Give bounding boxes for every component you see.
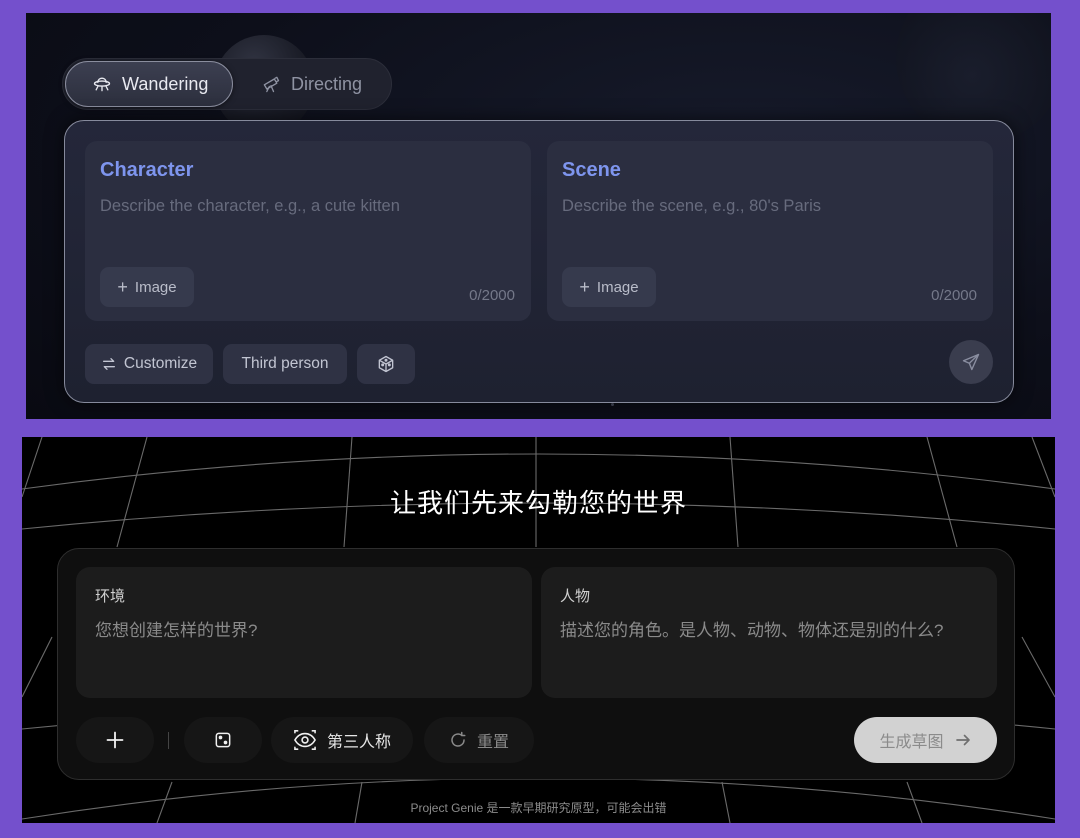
world-composer: 环境 您想创建怎样的世界? 人物 描述您的角色。是人物、动物、物体还是别的什么?: [57, 548, 1015, 780]
image-button-label: Image: [596, 278, 639, 296]
send-button[interactable]: [949, 340, 993, 384]
environment-placeholder[interactable]: 您想创建怎样的世界?: [95, 617, 505, 645]
add-button[interactable]: [76, 717, 154, 763]
star: [611, 403, 614, 406]
refresh-icon: [451, 731, 466, 747]
scene-char-counter: 0/2000: [931, 287, 977, 304]
top-screenshot-panel: Wandering Directing Character Describe t…: [26, 13, 1051, 419]
scene-placeholder[interactable]: Describe the scene, e.g., 80's Paris: [562, 197, 821, 216]
cube-dice-icon: [378, 355, 394, 373]
character-field[interactable]: Character Describe the character, e.g., …: [85, 141, 531, 321]
reset-label: 重置: [476, 734, 509, 751]
scene-field[interactable]: Scene Describe the scene, e.g., 80's Par…: [547, 141, 993, 321]
third-person-button[interactable]: Third person: [223, 344, 347, 384]
generate-label: 生成草图: [879, 734, 944, 751]
character-title: Character: [100, 159, 194, 181]
character-placeholder-cn[interactable]: 描述您的角色。是人物、动物、物体还是别的什么?: [560, 617, 970, 645]
customize-label: Customize: [123, 355, 198, 372]
dice-icon: [215, 732, 231, 748]
bottom-screenshot-panel: 让我们先来勾勒您的世界 环境 您想创建怎样的世界? 人物 描述您的角色。是人物、…: [22, 437, 1055, 823]
plus-icon: +: [579, 277, 590, 297]
plus-icon: [106, 731, 124, 749]
character-char-counter: 0/2000: [469, 287, 515, 304]
environment-field[interactable]: 环境 您想创建怎样的世界?: [76, 567, 532, 698]
plus-icon: +: [117, 277, 128, 297]
image-button-label: Image: [134, 278, 177, 296]
mode-label: Wandering: [122, 73, 209, 94]
character-placeholder[interactable]: Describe the character, e.g., a cute kit…: [100, 197, 400, 216]
environment-title: 环境: [95, 588, 126, 605]
prompt-composer: Character Describe the character, e.g., …: [64, 120, 1014, 403]
page-heading: 让我们先来勾勒您的世界: [389, 488, 687, 518]
random-dice-button[interactable]: [357, 344, 415, 384]
telescope-icon: [263, 76, 280, 93]
scene-add-image-button[interactable]: + Image: [562, 267, 656, 307]
eye-icon: [293, 730, 316, 750]
perspective-button[interactable]: 第三人称: [271, 717, 413, 763]
mode-wandering-button[interactable]: Wandering: [65, 61, 233, 107]
disclaimer-text: Project Genie 是一款早期研究原型，可能会出错: [410, 801, 667, 815]
third-person-label: Third person: [241, 355, 329, 372]
character-field-cn[interactable]: 人物 描述您的角色。是人物、动物、物体还是别的什么?: [541, 567, 997, 698]
arrow-right-icon: [955, 734, 970, 746]
character-add-image-button[interactable]: + Image: [100, 267, 194, 307]
generate-sketch-button[interactable]: 生成草图: [854, 717, 997, 763]
ufo-icon: [93, 77, 111, 92]
mode-label: Directing: [291, 73, 363, 94]
paper-plane-icon: [962, 353, 980, 371]
mode-switch: Wandering Directing: [62, 58, 392, 110]
random-dice-button-cn[interactable]: [184, 717, 262, 763]
character-title-cn: 人物: [560, 588, 591, 605]
customize-button[interactable]: Customize: [85, 344, 213, 384]
reset-button[interactable]: 重置: [424, 717, 534, 763]
perspective-label: 第三人称: [326, 734, 391, 751]
scene-title: Scene: [562, 159, 621, 181]
mode-directing-button[interactable]: Directing: [235, 61, 385, 107]
swap-arrows-icon: [102, 358, 115, 370]
toolbar-divider: [168, 732, 169, 749]
